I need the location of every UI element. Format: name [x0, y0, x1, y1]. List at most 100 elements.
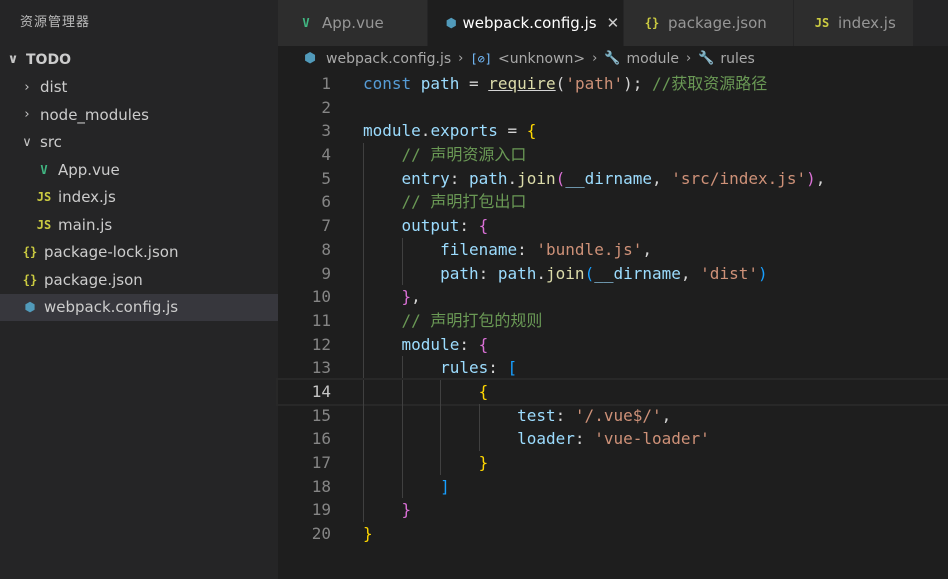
tree-item[interactable]: ∨ src: [0, 129, 278, 157]
code-token: .: [536, 263, 547, 283]
code-token: ): [757, 263, 768, 283]
code-token: :: [517, 239, 537, 259]
code-line[interactable]: 8 filename: 'bundle.js',: [278, 237, 948, 262]
tree-item-label: App.vue: [58, 160, 120, 179]
line-number: 17: [311, 453, 331, 472]
code-line[interactable]: 17 }: [278, 451, 948, 475]
tree-item[interactable]: ⬢ webpack.config.js: [0, 293, 278, 321]
code-token: 'dist': [700, 263, 758, 283]
code-line[interactable]: 7 output: {: [278, 214, 948, 238]
tree-item[interactable]: › dist: [0, 74, 278, 102]
code-line[interactable]: 12 module: {: [278, 332, 948, 357]
tree-item[interactable]: {} package.json: [0, 266, 278, 294]
webpack-file-icon: ⬢: [304, 51, 316, 66]
line-number: 13: [311, 358, 331, 378]
breadcrumb-module[interactable]: module: [627, 46, 679, 72]
code-line[interactable]: 11 // 声明打包的规则: [278, 308, 948, 333]
code-token: __dirname: [565, 168, 653, 188]
code-text: // 声明资源入口: [363, 143, 527, 167]
webpack-file-icon: ⬢: [24, 300, 36, 315]
breadcrumb-unknown[interactable]: <unknown>: [498, 46, 585, 72]
code-token: }: [363, 524, 373, 544]
line-number: 15: [311, 405, 331, 425]
tree-item-label: main.js: [58, 215, 113, 234]
tree-item-label: package-lock.json: [44, 243, 179, 262]
code-token: 'path': [565, 74, 624, 93]
code-token: //获取资源路径: [642, 74, 768, 93]
tab-webpack-config-js[interactable]: ⬢ webpack.config.js ✕: [428, 0, 624, 46]
code-token: {: [478, 216, 489, 236]
code-token: }: [401, 500, 412, 520]
code-token: join: [546, 263, 585, 283]
tree-item[interactable]: {} package-lock.json: [0, 239, 278, 267]
code-line[interactable]: 16 loader: 'vue-loader': [278, 427, 948, 451]
code-text: filename: 'bundle.js',: [363, 238, 652, 262]
code-token: );: [623, 74, 643, 93]
breadcrumb-file[interactable]: webpack.config.js: [326, 46, 451, 72]
code-token: :: [478, 263, 498, 283]
chevron-down-icon[interactable]: ∨: [20, 135, 34, 150]
tree-item-label: dist: [40, 78, 68, 97]
code-token: (: [555, 74, 566, 93]
code-token: // 声明打包出口: [401, 192, 527, 212]
code-text: const path = require('path'); //获取资源路径: [363, 72, 767, 96]
code-line[interactable]: 2: [278, 96, 948, 120]
tree-item[interactable]: V App.vue: [0, 156, 278, 184]
code-token: :: [574, 429, 595, 449]
tree-item-label: webpack.config.js: [44, 298, 179, 317]
chevron-down-icon[interactable]: ∨: [6, 52, 20, 67]
code-line[interactable]: 19 }: [278, 498, 948, 523]
tree-item[interactable]: › node_modules: [0, 101, 278, 129]
code-line[interactable]: 1 const path = require('path'); //获取资源路径: [278, 72, 948, 96]
line-number: 8: [321, 239, 331, 259]
code-token: entry: [401, 168, 450, 188]
code-line[interactable]: 15 test: '/.vue$/',: [278, 403, 948, 428]
chevron-right-icon[interactable]: ›: [20, 80, 34, 95]
code-editor[interactable]: 1 const path = require('path'); //获取资源路径 2…: [276, 72, 948, 579]
close-icon[interactable]: ✕: [607, 14, 620, 32]
code-line[interactable]: 20}: [278, 522, 948, 546]
code-line[interactable]: 3 module.exports = {: [278, 119, 948, 143]
code-line[interactable]: 6 // 声明打包出口: [278, 190, 948, 215]
code-token: ,: [661, 405, 672, 425]
tab-app-vue[interactable]: V App.vue: [278, 0, 428, 46]
chevron-right-icon: ›: [592, 51, 598, 66]
chevron-right-icon[interactable]: ›: [20, 107, 34, 122]
breadcrumb-rules[interactable]: rules: [720, 46, 754, 72]
code-token: .: [507, 168, 518, 188]
code-text: },: [363, 285, 421, 309]
code-text: path: path.join(__dirname, 'dist'): [363, 262, 768, 286]
code-line[interactable]: 4 // 声明资源入口: [278, 143, 948, 167]
line-number: 11: [311, 310, 331, 330]
json-file-icon: {}: [22, 272, 38, 287]
tree-item[interactable]: JS index.js: [0, 184, 278, 212]
tree-item[interactable]: ∨ TODO: [0, 46, 278, 74]
line-number: 14: [311, 381, 331, 401]
tree-item[interactable]: JS main.js: [0, 211, 278, 239]
code-token: require: [488, 74, 556, 93]
chevron-right-icon: ›: [458, 51, 464, 66]
tab-label: index.js: [838, 14, 896, 32]
code-line[interactable]: 5 entry: path.join(__dirname, 'src/index…: [278, 166, 948, 191]
code-line[interactable]: 13 rules: [: [278, 356, 948, 380]
code-line[interactable]: 9 path: path.join(__dirname, 'dist'): [278, 261, 948, 286]
code-text: }: [363, 451, 489, 475]
code-line[interactable]: 18 ]: [278, 474, 948, 499]
code-token: 'src/index.js': [671, 168, 807, 188]
code-token: :: [459, 216, 479, 236]
code-text: module.exports = {: [363, 119, 536, 143]
code-token: {: [478, 381, 489, 401]
wrench-icon: 🔧: [604, 51, 621, 66]
code-text: }: [363, 522, 373, 546]
line-number: 9: [321, 263, 331, 283]
tab-index-js[interactable]: JS index.js: [794, 0, 914, 46]
line-number: 7: [321, 216, 331, 236]
code-token: 'vue-loader': [594, 429, 710, 449]
code-token: :: [459, 334, 479, 354]
code-line[interactable]: 10 },: [278, 285, 948, 309]
code-token: loader: [517, 429, 575, 449]
code-line[interactable]: 14 {: [276, 377, 948, 406]
tab-package-json[interactable]: {} package.json: [624, 0, 794, 46]
chevron-right-icon: ›: [685, 51, 692, 66]
